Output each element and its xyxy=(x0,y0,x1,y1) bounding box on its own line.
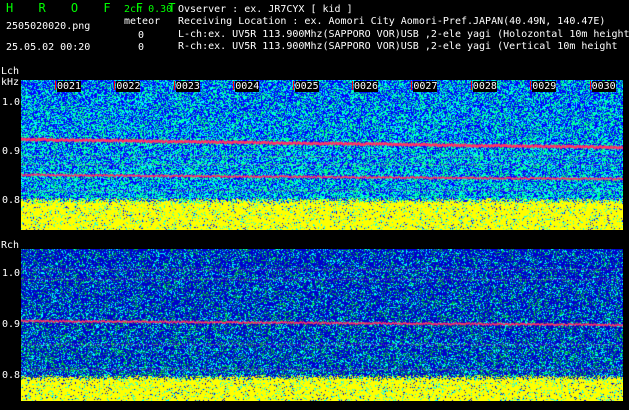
location-info: Receiving Location : ex. Aomori City Aom… xyxy=(178,16,606,27)
filename-label: 2505020020.png xyxy=(6,21,91,32)
observer-info: Ovserver : ex. JR7CYX [ kid ] xyxy=(178,4,353,15)
lch-count: 0 xyxy=(138,30,145,41)
time-tick-marker xyxy=(470,81,472,90)
time-label-0026: 0026 xyxy=(354,81,379,92)
time-tick-marker xyxy=(173,81,175,90)
rch-ytick-0-8: 0.8 xyxy=(2,370,21,381)
time-tick-marker xyxy=(55,81,56,90)
time-tick-marker xyxy=(352,81,353,90)
channel-setting: 2ch 0.30 xyxy=(124,4,173,15)
time-label-0028: 0028 xyxy=(472,81,497,92)
time-label-0022: 0022 xyxy=(116,81,141,92)
rch-label: Rch xyxy=(1,240,20,251)
rch-count: 0 xyxy=(138,42,145,53)
time-tick-marker xyxy=(114,81,116,90)
time-tick-marker xyxy=(411,81,413,90)
lch-ytick-0-9: 0.9 xyxy=(2,146,21,157)
time-tick-marker xyxy=(589,81,591,90)
time-label-0024: 0024 xyxy=(235,81,260,92)
time-label-0025: 0025 xyxy=(294,81,319,92)
rch-ytick-1-0: 1.0 xyxy=(2,268,21,279)
lch-ytick-0-8: 0.8 xyxy=(2,195,21,206)
rch-ytick-0-9: 0.9 xyxy=(2,319,21,330)
time-label-0030: 0030 xyxy=(591,81,616,92)
rch-info: R-ch:ex. UV5R 113.900Mhz(SAPPORO VOR)USB… xyxy=(178,41,618,52)
khz-unit-label: kHz xyxy=(1,77,20,88)
time-label-0029: 0029 xyxy=(532,81,557,92)
lch-ytick-1-0: 1.0 xyxy=(2,97,21,108)
time-tick-marker xyxy=(530,81,532,90)
time-label-0021: 0021 xyxy=(57,81,82,92)
time-tick-marker xyxy=(233,81,235,90)
time-label-0027: 0027 xyxy=(413,81,438,92)
rch-spectrogram xyxy=(21,249,623,401)
time-tick-marker xyxy=(292,81,294,90)
mode-label: meteor xyxy=(124,16,161,27)
lch-label: Lch xyxy=(1,66,20,77)
lch-spectrogram xyxy=(21,80,623,230)
datetime-label: 25.05.02 00:20 xyxy=(6,42,91,53)
lch-info: L-ch:ex. UV5R 113.900Mhz(SAPPORO VOR)USB… xyxy=(178,29,629,40)
time-label-0023: 0023 xyxy=(175,81,200,92)
